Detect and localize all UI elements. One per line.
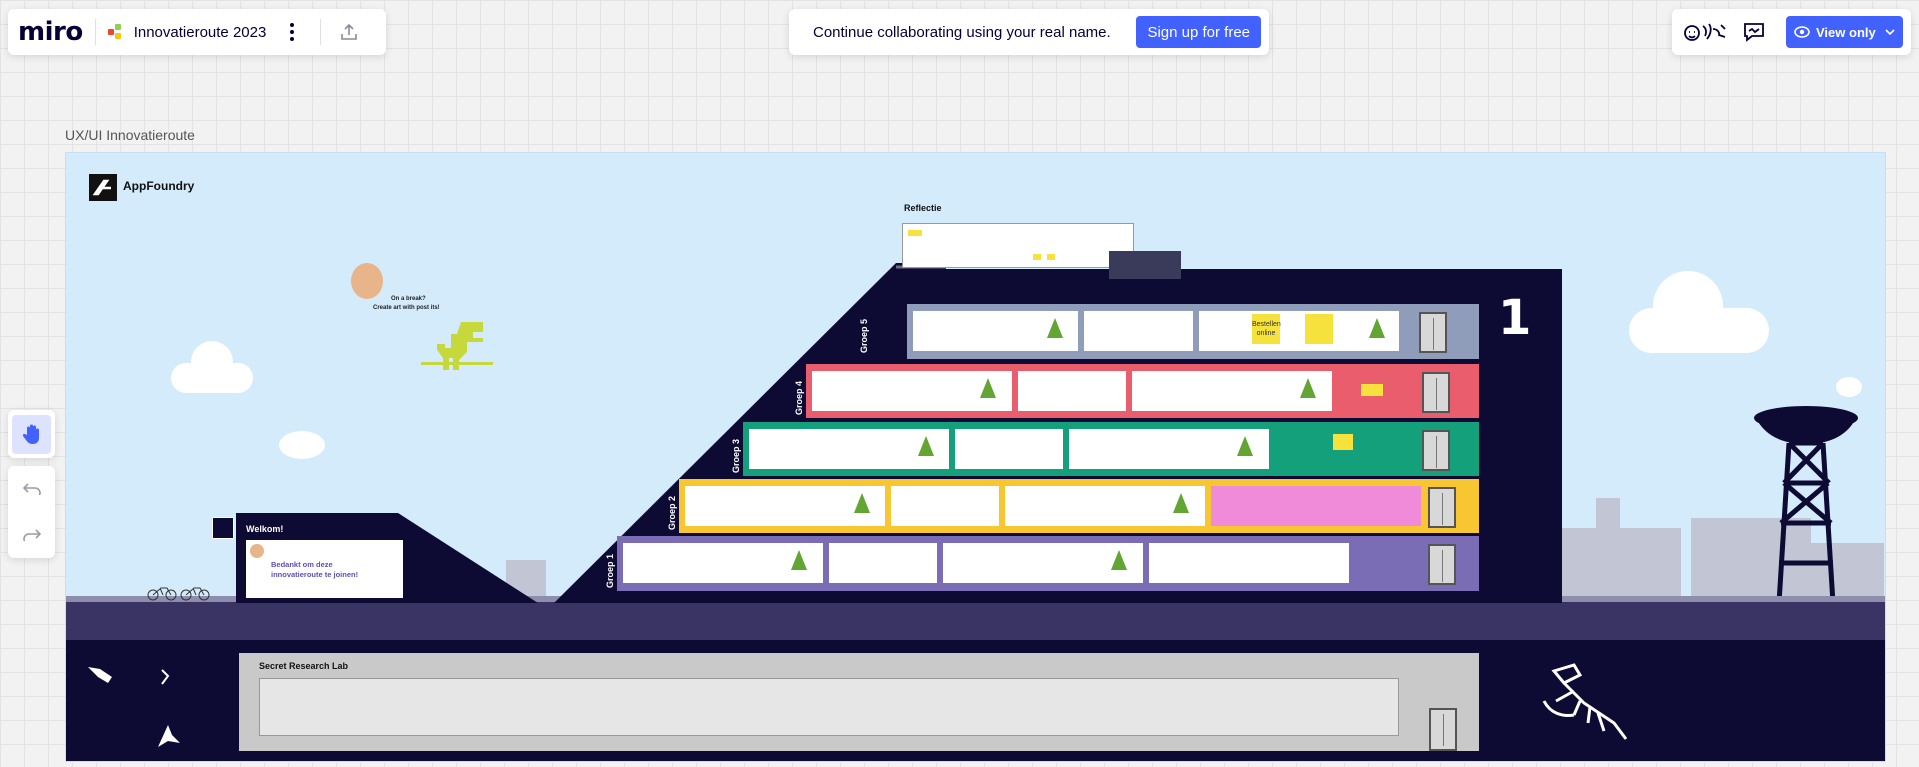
hand-tool-button[interactable]: [12, 414, 51, 454]
hand-icon: [22, 424, 39, 444]
floor-number: 1: [1498, 290, 1532, 346]
group-label: Groep 2: [667, 495, 677, 530]
road: [66, 602, 1885, 640]
welcome-text: innovatieroute te joinen!: [271, 570, 359, 579]
avatar: [351, 263, 383, 299]
rooftop-unit: [1109, 251, 1181, 279]
group-label: Groep 4: [794, 380, 804, 415]
skyline: [1596, 498, 1620, 528]
board-header: miro Innovatieroute 2023: [8, 9, 386, 55]
group-label: Groep 1: [605, 553, 615, 588]
board-icon: [107, 24, 124, 40]
fossil-icon: [161, 669, 170, 685]
welcome-text: Bedankt om deze: [271, 560, 333, 569]
more-options-icon[interactable]: [276, 16, 308, 48]
cloud-icon: [191, 341, 233, 383]
miro-logo[interactable]: miro: [18, 17, 83, 47]
fossil-icon: [158, 725, 180, 747]
welcome-title: Welkom!: [246, 524, 284, 534]
reactions-icon[interactable]: [1682, 16, 1730, 48]
dinosaur-skeleton-icon: [1542, 663, 1628, 740]
cloud-icon: [1653, 271, 1723, 341]
sign-up-button[interactable]: Sign up for free: [1136, 16, 1261, 48]
fossil-icon: [88, 667, 112, 683]
avatar: [250, 544, 264, 558]
view-only-button[interactable]: View only: [1786, 16, 1903, 48]
break-text: On a break?: [391, 296, 426, 302]
redo-icon[interactable]: [16, 519, 48, 551]
bicycle-icon: [147, 587, 210, 601]
dinosaur-icon: [421, 322, 493, 370]
secret-research-lab[interactable]: [239, 653, 1479, 751]
cloud-icon: [1836, 377, 1862, 397]
tool-panel: [8, 410, 55, 458]
floor-groep2[interactable]: [679, 479, 1479, 533]
collaboration-banner: Continue collaborating using your real n…: [789, 9, 1269, 55]
comments-icon[interactable]: [1738, 16, 1770, 48]
lab-canvas: [259, 678, 1399, 736]
chevron-down-icon: [1885, 29, 1895, 35]
group-label: Groep 5: [859, 318, 869, 353]
banner-text: Continue collaborating using your real n…: [813, 23, 1111, 41]
welcome-card: Bedankt om deze innovatieroute te joinen…: [246, 540, 403, 598]
sticky-note: Bestellen online: [1252, 314, 1281, 344]
eye-icon: [1794, 26, 1810, 38]
divider: [320, 19, 322, 45]
sign-icon: [212, 517, 234, 539]
divider: [94, 19, 96, 45]
floor-groep3[interactable]: [743, 422, 1479, 476]
brand-name: AppFoundry: [123, 179, 195, 193]
break-subtext: Create art with post its!: [373, 305, 440, 311]
header-actions: View only: [1672, 9, 1911, 55]
history-panel: [8, 466, 55, 558]
lab-label: Secret Research Lab: [259, 661, 349, 671]
export-icon[interactable]: [333, 16, 365, 48]
skyline: [1561, 528, 1681, 600]
board-frame[interactable]: AppFoundry On a break? Create art with p…: [65, 152, 1886, 762]
floor-groep1[interactable]: [617, 536, 1479, 591]
appfoundry-logo-icon: [89, 174, 117, 201]
undo-icon[interactable]: [16, 473, 48, 505]
view-only-label: View only: [1816, 24, 1876, 40]
water-tower-icon: [1754, 406, 1858, 603]
reflection-board[interactable]: [902, 223, 1134, 268]
floor-groep5[interactable]: Bestellen online: [907, 304, 1479, 359]
frame-title[interactable]: UX/UI Innovatieroute: [65, 127, 195, 143]
cloud-icon: [279, 431, 325, 459]
board-name[interactable]: Innovatieroute 2023: [134, 24, 267, 41]
group-label: Groep 3: [731, 438, 741, 473]
reflection-label: Reflectie: [904, 203, 942, 213]
floor-groep4[interactable]: [806, 364, 1479, 418]
